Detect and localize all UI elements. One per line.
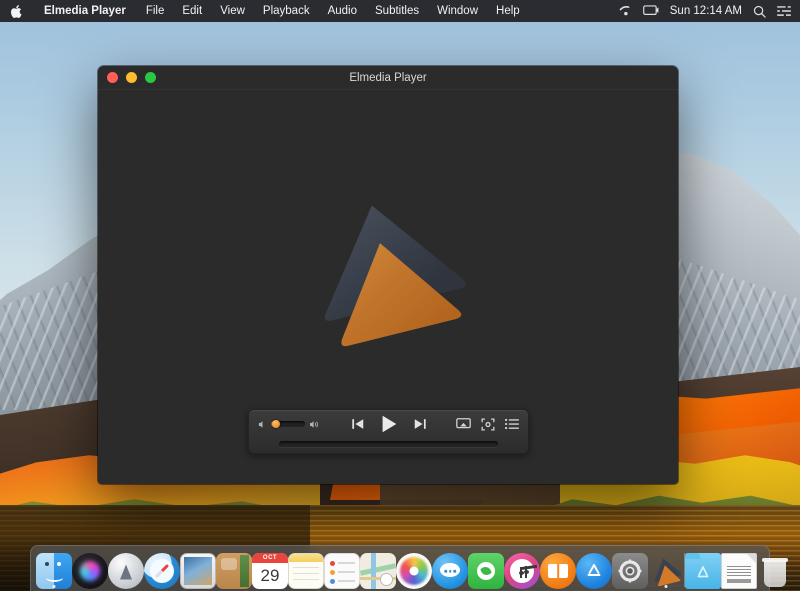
running-indicator [665, 585, 668, 588]
elmedia-player-logo [293, 186, 483, 361]
dock-item-app-store[interactable] [576, 547, 612, 589]
messages-icon [432, 553, 468, 589]
menu-item-window[interactable]: Window [428, 5, 487, 17]
menu-item-view[interactable]: View [211, 5, 254, 17]
screen-mirroring-icon[interactable] [643, 5, 659, 17]
transport-controls [351, 410, 427, 438]
trash-icon [757, 553, 793, 589]
dock-item-safari[interactable] [144, 547, 180, 589]
playlist-icon[interactable] [505, 418, 519, 430]
safari-icon [144, 553, 180, 589]
seek-row [249, 438, 528, 453]
menu-item-subtitles[interactable]: Subtitles [366, 5, 428, 17]
menu-item-audio[interactable]: Audio [319, 5, 366, 17]
control-center-icon[interactable] [777, 5, 791, 17]
calendar-month: OCT [252, 553, 288, 563]
system-preferences-icon [612, 553, 648, 589]
dock-item-applications-folder[interactable] [685, 547, 721, 589]
spotlight-search-icon[interactable] [753, 5, 766, 18]
menu-item-edit[interactable]: Edit [173, 5, 211, 17]
dock-item-calendar[interactable]: OCT 29 [252, 547, 288, 589]
airplay-icon[interactable] [456, 418, 471, 431]
launchpad-icon [108, 553, 144, 589]
siri-icon [72, 553, 108, 589]
maps-icon [360, 553, 396, 589]
ibooks-icon [540, 553, 576, 589]
secondary-controls [456, 410, 519, 438]
menu-item-playback[interactable]: Playback [254, 5, 319, 17]
dock-item-document[interactable] [721, 547, 757, 589]
dock-item-system-preferences[interactable] [612, 547, 648, 589]
dock-item-itunes[interactable] [504, 547, 540, 589]
apple-menu-icon[interactable] [0, 5, 33, 18]
video-canvas[interactable] [98, 90, 678, 484]
reminders-icon [324, 553, 360, 589]
previous-track-button[interactable] [351, 417, 365, 431]
fullscreen-icon[interactable] [481, 418, 495, 431]
dock-item-maps[interactable] [360, 547, 396, 589]
menu-item-help[interactable]: Help [487, 5, 529, 17]
photos-icon [396, 553, 432, 589]
calendar-icon: OCT 29 [252, 553, 288, 589]
calendar-day: 29 [252, 563, 288, 589]
dock-item-messages[interactable] [432, 547, 468, 589]
dock-item-contacts[interactable] [216, 547, 252, 589]
dock-item-elmedia-player[interactable] [648, 547, 684, 589]
airplay-audio-icon[interactable] [618, 5, 632, 17]
dock-item-trash[interactable] [757, 547, 793, 589]
dock-item-finder[interactable] [36, 547, 72, 589]
applications-folder-icon [685, 553, 721, 589]
window-titlebar[interactable]: Elmedia Player [98, 66, 678, 90]
window-traffic-lights [98, 72, 156, 83]
dock-item-launchpad[interactable] [108, 547, 144, 589]
zoom-button[interactable] [145, 72, 156, 83]
notes-icon [288, 553, 324, 589]
volume-slider-knob[interactable] [272, 420, 280, 428]
dock-item-siri[interactable] [72, 547, 108, 589]
menu-bar-status-area: Sun 12:14 AM [618, 5, 800, 18]
menu-item-file[interactable]: File [137, 5, 174, 17]
dock-item-photos[interactable] [396, 547, 432, 589]
app-store-icon [576, 553, 612, 589]
window-title: Elmedia Player [98, 72, 678, 84]
elmedia-player-icon [648, 553, 684, 589]
seek-bar[interactable] [279, 441, 498, 447]
volume-slider[interactable] [271, 421, 305, 427]
playback-control-bar[interactable] [248, 409, 529, 454]
volume-mute-icon[interactable] [258, 420, 267, 429]
dock-item-ibooks[interactable] [540, 547, 576, 589]
document-icon [721, 553, 757, 589]
dock-item-facetime[interactable] [468, 547, 504, 589]
control-bar-top-row [249, 410, 528, 438]
dock[interactable]: OCT 29 [30, 545, 770, 591]
contacts-icon [216, 553, 252, 589]
itunes-icon [504, 553, 540, 589]
mail-icon [180, 553, 216, 589]
close-button[interactable] [107, 72, 118, 83]
play-button[interactable] [378, 413, 400, 435]
menu-bar-clock[interactable]: Sun 12:14 AM [670, 5, 742, 17]
dock-item-reminders[interactable] [324, 547, 360, 589]
dock-item-mail[interactable] [180, 547, 216, 589]
volume-max-icon[interactable] [309, 420, 320, 429]
dock-item-notes[interactable] [288, 547, 324, 589]
finder-icon [36, 553, 72, 589]
desktop-screen: Elmedia Player File Edit View Playback A… [0, 0, 800, 591]
next-track-button[interactable] [413, 417, 427, 431]
facetime-icon [468, 553, 504, 589]
menu-bar: Elmedia Player File Edit View Playback A… [0, 0, 800, 22]
running-indicator [53, 585, 56, 588]
minimize-button[interactable] [126, 72, 137, 83]
elmedia-player-window[interactable]: Elmedia Player [98, 66, 678, 484]
volume-control[interactable] [249, 420, 320, 429]
menu-app-name[interactable]: Elmedia Player [33, 5, 137, 17]
